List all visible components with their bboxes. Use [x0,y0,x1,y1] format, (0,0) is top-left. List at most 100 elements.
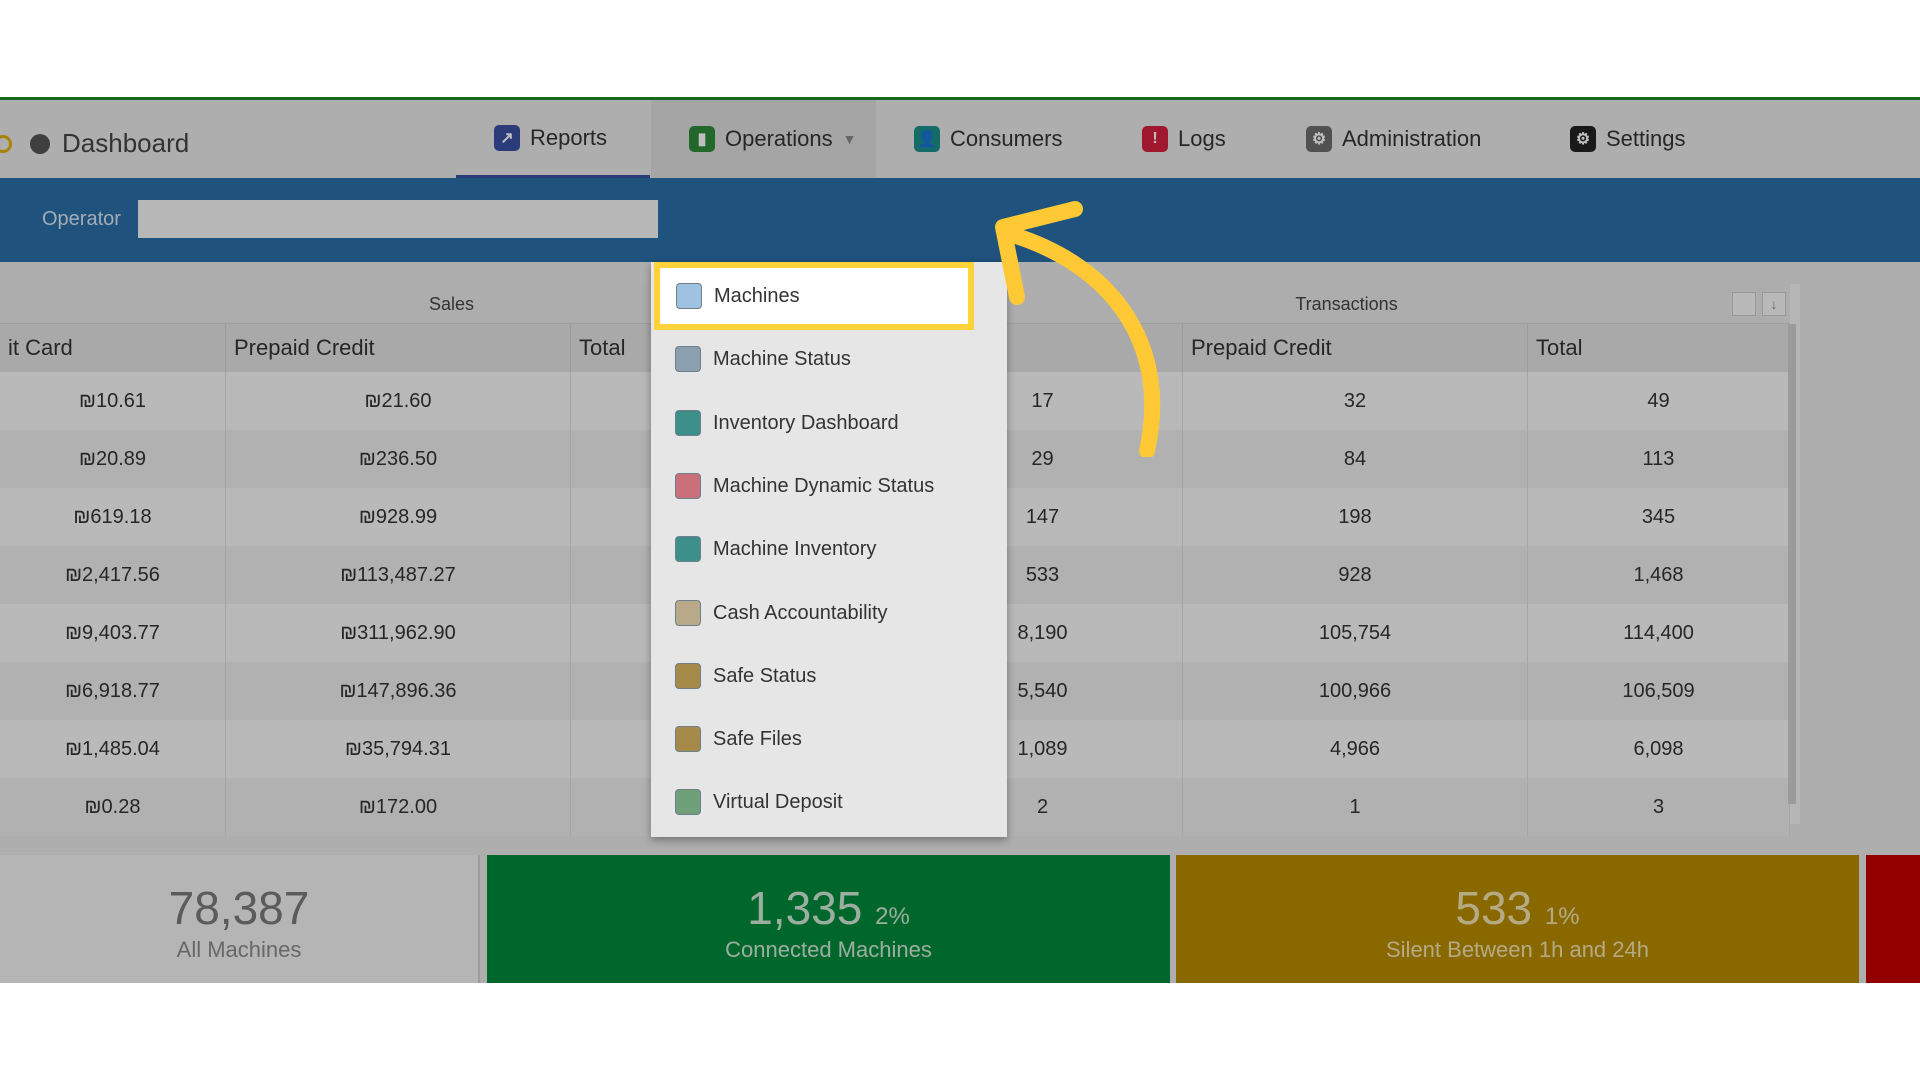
table-cell: ₪6,918.77 [0,662,226,720]
stat-card-all-machines[interactable]: 78,387 All Machines [0,855,480,983]
column-header[interactable]: Total [1528,324,1790,372]
column-header[interactable]: Prepaid Credit [1183,324,1528,372]
tab-label: Consumers [950,126,1063,151]
tab-label: Reports [530,124,608,150]
inventory-icon [675,536,701,562]
dynamic-status-icon [675,473,701,499]
table-scrollbar[interactable] [1788,324,1796,804]
app-frame: Dashboard ↗ Reports ▮ Operations ▼ 👤 Con… [0,97,1920,983]
tab-logs[interactable]: ! Logs [1142,100,1226,178]
machine-icon [676,283,702,309]
operations-dropdown-menu: Machines Machine Status Inventory Dashbo… [651,262,1007,837]
stat-value: 533 [1455,882,1533,934]
stat-label: Connected Machines [725,937,932,962]
table-cell: ₪236.50 [226,430,571,488]
table-cell: 1,468 [1528,546,1790,604]
tab-label: Settings [1606,126,1686,151]
table-cell: ₪1,485.04 [0,720,226,778]
tab-settings[interactable]: ⚙ Settings [1570,100,1686,178]
menu-item-machines[interactable]: Machines [654,262,974,330]
column-header[interactable]: it Card [0,324,226,372]
stat-percent: 1% [1544,903,1580,930]
table-cell: ₪172.00 [226,778,571,836]
table-cell: 84 [1183,430,1528,488]
tab-reports[interactable]: ↗ Reports [456,100,650,178]
menu-item-label: Inventory Dashboard [713,411,899,434]
menu-item-machine-inventory[interactable]: Machine Inventory [651,519,1007,579]
consumers-icon: 👤 [914,126,940,152]
table-cell: ₪2,417.56 [0,546,226,604]
chart-icon: ↗ [494,124,520,151]
table-cell: 100,966 [1183,662,1528,720]
table-cell: 198 [1183,488,1528,546]
dashboard-title: Dashboard [62,128,190,158]
operator-label: Operator [42,208,121,230]
menu-item-virtual-deposit[interactable]: Virtual Deposit [651,772,1007,832]
menu-item-cash-accountability[interactable]: Cash Accountability [651,583,1007,643]
inventory-icon [675,410,701,436]
chevron-down-icon: ▼ [842,131,857,147]
tab-label: Operations [725,126,833,151]
table-cell: ₪147,896.36 [226,662,571,720]
table-cell: 105,754 [1183,604,1528,662]
menu-item-label: Safe Files [713,727,802,750]
dashboard-icon [30,133,50,154]
stat-card-silent[interactable]: 533 1% Silent Between 1h and 24h [1176,855,1859,983]
stat-label: All Machines [176,937,302,962]
safe-icon [675,663,701,689]
safe-files-icon [675,726,701,752]
deposit-icon [675,789,701,815]
operations-icon: ▮ [689,126,715,152]
top-accent-line [0,97,1920,100]
operator-input[interactable] [138,200,658,238]
alert-icon: ! [1142,126,1168,152]
column-header[interactable]: Prepaid Credit [226,324,571,372]
tab-operations[interactable]: ▮ Operations ▼ [651,100,876,178]
table-cell: ₪35,794.31 [226,720,571,778]
table-cell: ₪21.60 [226,372,571,430]
table-cell: 1 [1183,778,1528,836]
top-navbar: Dashboard ↗ Reports ▮ Operations ▼ 👤 Con… [0,100,1920,178]
status-icon [675,346,701,372]
cash-icon [675,600,701,626]
table-cell: ₪9,403.77 [0,604,226,662]
filter-bar: Operator [0,178,1920,262]
admin-icon: ⚙ [1306,126,1332,152]
menu-item-label: Machine Dynamic Status [713,474,935,497]
loading-ring-icon [0,134,12,153]
table-cell: ₪113,487.27 [226,546,571,604]
table-cell: ₪0.28 [0,778,226,836]
table-cell: 6,098 [1528,720,1790,778]
menu-item-machine-status[interactable]: Machine Status [651,329,1007,389]
tab-administration[interactable]: ⚙ Administration [1306,100,1481,178]
tab-consumers[interactable]: 👤 Consumers [914,100,1062,178]
menu-item-safe-status[interactable]: Safe Status [651,646,1007,706]
stat-card-connected[interactable]: 1,335 2% Connected Machines [487,855,1170,983]
dashboard-link[interactable]: Dashboard [0,128,189,159]
table-cell: 49 [1528,372,1790,430]
menu-item-label: Virtual Deposit [713,790,843,813]
table-cell: ₪311,962.90 [226,604,571,662]
menu-item-safe-files[interactable]: Safe Files [651,709,1007,769]
menu-item-label: Cash Accountability [713,601,888,624]
stat-card-offline[interactable] [1866,855,1920,983]
table-cell: 4,966 [1183,720,1528,778]
table-cell: 3 [1528,778,1790,836]
stat-value: 1,335 [747,882,863,934]
table-cell: 32 [1183,372,1528,430]
download-icon[interactable]: ↓ [1762,292,1786,316]
expand-button[interactable] [1732,292,1756,316]
tab-label: Logs [1178,126,1226,151]
table-cell: 114,400 [1528,604,1790,662]
table-cell: 106,509 [1528,662,1790,720]
menu-item-label: Machine Inventory [713,537,877,560]
stat-label: Silent Between 1h and 24h [1386,937,1649,962]
table-cell: ₪619.18 [0,488,226,546]
gear-icon: ⚙ [1570,126,1596,152]
highlight-arrow-icon [995,201,1161,457]
table-cell: ₪928.99 [226,488,571,546]
menu-item-machine-dynamic-status[interactable]: Machine Dynamic Status [651,456,1007,516]
table-cell: 928 [1183,546,1528,604]
tab-label: Administration [1342,126,1482,151]
menu-item-inventory-dashboard[interactable]: Inventory Dashboard [651,393,1007,453]
